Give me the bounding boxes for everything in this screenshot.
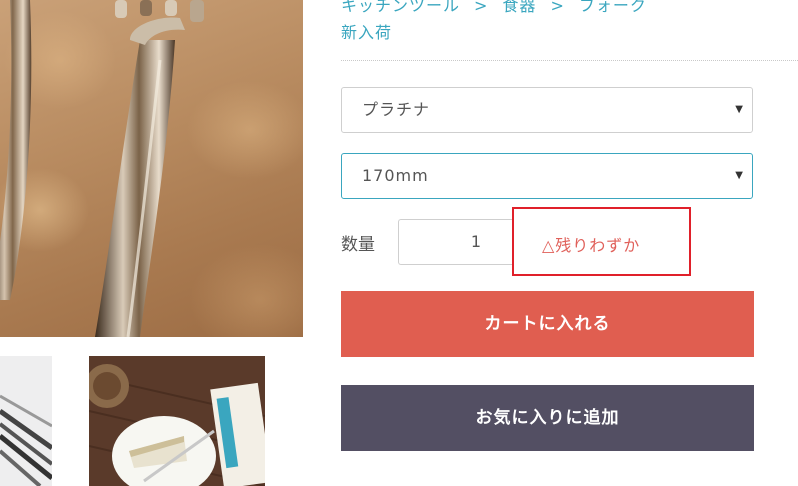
- chevron-down-icon: ▼: [735, 104, 744, 115]
- chevron-down-icon: ▼: [735, 170, 744, 181]
- new-arrivals-link[interactable]: 新入荷: [341, 19, 392, 43]
- stock-status-text: △残りわずか: [542, 236, 641, 255]
- quantity-label: 数量: [341, 235, 375, 255]
- breadcrumb-item-tableware[interactable]: 食器: [502, 0, 536, 15]
- stock-status-highlight: △残りわずか: [512, 207, 691, 276]
- size-select-value: 170mm: [362, 166, 429, 185]
- main-product-image: [0, 0, 303, 337]
- forks-thumbnail-illustration: [0, 356, 52, 486]
- quantity-input[interactable]: 1: [398, 219, 515, 265]
- breadcrumb-item-kitchen-tools[interactable]: キッチンツール: [341, 0, 460, 15]
- thumbnail-1[interactable]: [0, 356, 52, 486]
- breadcrumb-separator: >: [474, 0, 489, 15]
- section-divider: [341, 60, 798, 61]
- cake-plate-thumbnail-illustration: [89, 356, 265, 486]
- fork-photo-illustration: [0, 0, 204, 337]
- add-to-favorites-button[interactable]: お気に入りに追加: [341, 385, 754, 451]
- add-to-cart-button[interactable]: カートに入れる: [341, 291, 754, 357]
- breadcrumb-separator: >: [550, 0, 565, 15]
- thumbnail-2[interactable]: [89, 356, 265, 486]
- breadcrumb-item-fork[interactable]: フォーク: [579, 0, 647, 15]
- color-select[interactable]: プラチナ ▼: [341, 87, 753, 133]
- size-select[interactable]: 170mm ▼: [341, 153, 753, 199]
- breadcrumb: キッチンツール > 食器 > フォーク: [341, 0, 647, 15]
- color-select-value: プラチナ: [362, 100, 431, 119]
